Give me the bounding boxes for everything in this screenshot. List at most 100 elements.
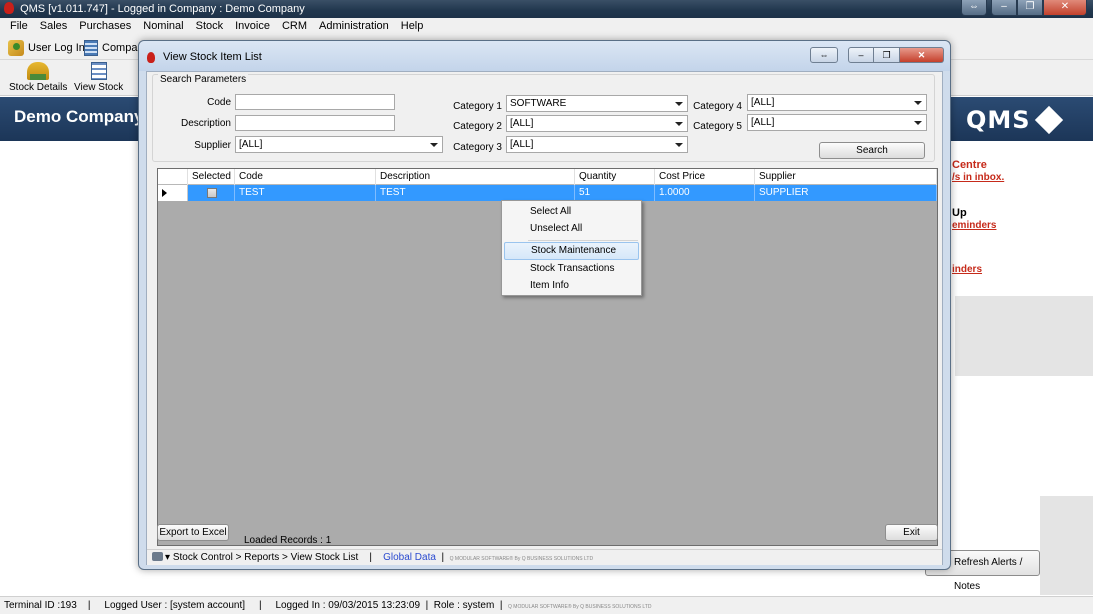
supplier-label: Supplier — [194, 140, 231, 151]
view-stock-item-list-dialog: View Stock Item List ⇔ – ❐ ✕ Search Para… — [138, 40, 951, 570]
cell-selected[interactable] — [188, 185, 235, 201]
terminal-id: Terminal ID :193 — [4, 600, 77, 611]
category3-value: [ALL] — [510, 139, 534, 150]
exit-button[interactable]: Exit — [885, 524, 938, 541]
category1-select[interactable]: SOFTWARE — [506, 95, 688, 112]
menu-nominal[interactable]: Nominal — [137, 18, 189, 35]
row-select-checkbox[interactable] — [207, 188, 217, 198]
column-header-description[interactable]: Description — [376, 169, 575, 185]
user-login-icon — [8, 40, 24, 56]
menu-item-stock-transactions[interactable]: Stock Transactions — [504, 260, 639, 278]
category1-label: Category 1 — [453, 101, 502, 112]
alerts-centre-title: Centre — [952, 159, 987, 171]
category1-value: SOFTWARE — [510, 98, 567, 109]
category4-value: [ALL] — [751, 97, 775, 108]
logged-in-time: Logged In : 09/03/2015 13:23:09 — [275, 600, 421, 611]
cell-quantity: 51 — [575, 185, 655, 201]
brand-small-text: Q MODULAR SOFTWARE® By Q BUSINESS SOLUTI… — [508, 604, 652, 610]
menu-sales[interactable]: Sales — [34, 18, 74, 35]
category3-select[interactable]: [ALL] — [506, 136, 688, 153]
category2-select[interactable]: [ALL] — [506, 115, 688, 132]
supplier-value: [ALL] — [239, 139, 263, 150]
restore-small-button[interactable]: ⇔ — [961, 0, 987, 16]
menu-file[interactable]: File — [4, 18, 34, 35]
description-input[interactable] — [235, 115, 395, 131]
background-decoration — [1040, 496, 1093, 595]
user-role: Role : system — [433, 600, 495, 611]
dialog-body: Search Parameters Code Description Suppl… — [146, 71, 943, 565]
main-title-bar: QMS [v1.011.747] - Logged in Company : D… — [0, 0, 1093, 18]
dialog-close-button[interactable]: ✕ — [900, 47, 944, 63]
search-parameters-label: Search Parameters — [158, 74, 249, 85]
maximize-button[interactable]: ❐ — [1017, 0, 1043, 16]
column-header-cost-price[interactable]: Cost Price — [655, 169, 755, 185]
user-log-in-button[interactable]: User Log In — [8, 38, 85, 58]
reminders-link[interactable]: eminders — [952, 220, 996, 231]
close-button[interactable]: ✕ — [1043, 0, 1087, 16]
row-header[interactable] — [158, 185, 188, 201]
chevron-down-icon — [914, 101, 922, 105]
dialog-title: View Stock Item List — [163, 51, 262, 63]
category4-label: Category 4 — [693, 101, 742, 112]
code-input[interactable] — [235, 94, 395, 110]
dialog-maximize-button[interactable]: ❐ — [874, 47, 900, 63]
dialog-status-bar: ▾ Stock Control > Reports > View Stock L… — [147, 549, 942, 565]
menubar: File Sales Purchases Nominal Stock Invoi… — [0, 18, 1093, 35]
background-decoration — [955, 296, 1093, 376]
dialog-app-icon — [147, 52, 155, 63]
column-header-quantity[interactable]: Quantity — [575, 169, 655, 185]
chevron-down-icon — [914, 121, 922, 125]
dialog-window-controls: ⇔ – ❐ ✕ — [810, 47, 944, 63]
supplier-select[interactable]: [ALL] — [235, 136, 443, 153]
breadcrumb: Stock Control > Reports > View Stock Lis… — [172, 552, 359, 563]
category4-select[interactable]: [ALL] — [747, 94, 927, 111]
menu-item-select-all[interactable]: Select All — [504, 203, 639, 221]
dialog-restore-small-button[interactable]: ⇔ — [810, 47, 838, 63]
user-log-in-label: User Log In — [28, 42, 85, 54]
table-row[interactable]: TEST TEST 51 1.0000 SUPPLIER — [158, 185, 937, 201]
context-menu: Select All Unselect All Stock Maintenanc… — [501, 200, 642, 296]
menu-crm[interactable]: CRM — [276, 18, 313, 35]
minimize-button[interactable]: – — [991, 0, 1017, 16]
view-stock-button[interactable]: View Stock — [74, 62, 123, 93]
qms-logo-text: QMS — [966, 106, 1031, 134]
menu-item-stock-maintenance[interactable]: Stock Maintenance — [504, 242, 639, 260]
menu-item-unselect-all[interactable]: Unselect All — [504, 220, 639, 238]
reminders-link-2[interactable]: inders — [952, 264, 982, 275]
menu-purchases[interactable]: Purchases — [73, 18, 137, 35]
logged-user: Logged User : [system account] — [104, 600, 246, 611]
menu-stock[interactable]: Stock — [190, 18, 230, 35]
chevron-down-icon — [430, 143, 438, 147]
menu-item-item-info[interactable]: Item Info — [504, 277, 639, 295]
menu-help[interactable]: Help — [395, 18, 430, 35]
global-data-label: Global Data — [383, 552, 436, 563]
column-header-code[interactable]: Code — [235, 169, 376, 185]
cell-cost-price: 1.0000 — [655, 185, 755, 201]
qms-logo: QMS — [966, 105, 1081, 135]
status-bar: Terminal ID :193 | Logged User : [system… — [0, 596, 1093, 614]
diamond-icon — [1034, 105, 1063, 135]
qms-app-icon — [4, 2, 14, 14]
category2-label: Category 2 — [453, 121, 502, 132]
search-button[interactable]: Search — [819, 142, 925, 159]
menu-administration[interactable]: Administration — [313, 18, 395, 35]
category5-select[interactable]: [ALL] — [747, 114, 927, 131]
export-to-excel-button[interactable]: Export to Excel — [157, 524, 229, 541]
category2-value: [ALL] — [510, 118, 534, 129]
stock-details-button[interactable]: Stock Details — [9, 62, 67, 93]
column-header-supplier[interactable]: Supplier — [755, 169, 937, 185]
main-window-title: QMS [v1.011.747] - Logged in Company : D… — [20, 3, 305, 15]
company-icon — [84, 40, 98, 56]
messages-inbox-link[interactable]: /s in inbox. — [952, 172, 1004, 183]
view-stock-icon — [90, 62, 107, 80]
grid-corner — [158, 169, 188, 185]
dialog-minimize-button[interactable]: – — [848, 47, 874, 63]
category5-value: [ALL] — [751, 117, 775, 128]
chevron-down-icon — [675, 122, 683, 126]
printer-icon[interactable] — [152, 552, 163, 561]
chevron-down-icon — [675, 143, 683, 147]
menu-invoice[interactable]: Invoice — [229, 18, 276, 35]
cell-supplier: SUPPLIER — [755, 185, 937, 201]
follow-up-title: Up — [952, 207, 967, 219]
column-header-selected[interactable]: Selected — [188, 169, 235, 185]
